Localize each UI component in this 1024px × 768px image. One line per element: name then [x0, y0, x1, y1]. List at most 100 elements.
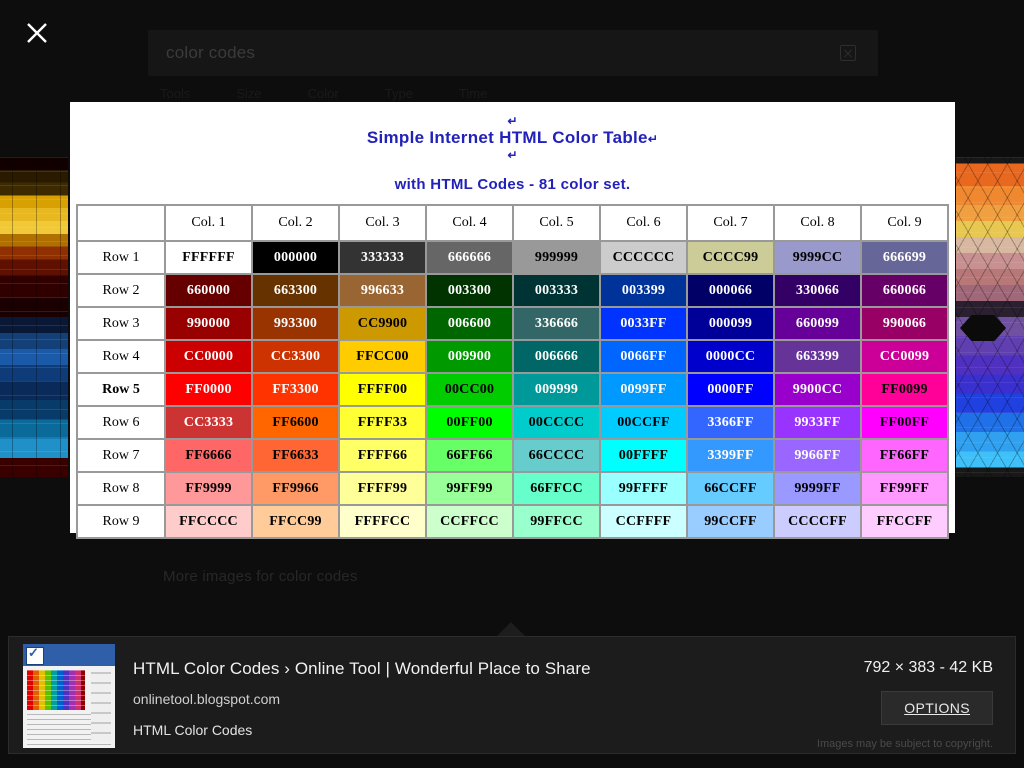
column-header-3: Col. 3	[338, 204, 427, 242]
column-header-2: Col. 2	[251, 204, 340, 242]
color-cell: CC3300	[251, 339, 340, 374]
adjacent-image-right[interactable]	[956, 157, 1024, 477]
expanded-image[interactable]: ↵ Simple Internet HTML Color Table↵ ↵ wi…	[70, 102, 955, 539]
color-cell: 9900CC	[773, 372, 862, 407]
color-cell: FFCC99	[251, 504, 340, 539]
color-cell: 660000	[164, 273, 253, 308]
filter-time[interactable]: Time	[459, 86, 487, 101]
row-label: Row 6	[76, 405, 166, 440]
adjacent-image-left-thumb	[0, 157, 68, 477]
color-cell: 0099FF	[599, 372, 688, 407]
color-cell: 990000	[164, 306, 253, 341]
thumbnail-sidebar	[91, 672, 111, 742]
color-cell: 009999	[512, 372, 601, 407]
color-cell: 999999	[512, 240, 601, 275]
color-table-head: Col. 1 Col. 2 Col. 3 Col. 4 Col. 5 Col. …	[76, 204, 949, 242]
color-cell: 996633	[338, 273, 427, 308]
color-cell: 006666	[512, 339, 601, 374]
adjacent-image-right-thumb	[956, 157, 1024, 477]
row-label: Row 1	[76, 240, 166, 275]
close-icon	[27, 23, 47, 43]
image-viewer-overlay: color codes Tools Size Color Type Time M…	[0, 0, 1024, 768]
color-cell: 9933FF	[773, 405, 862, 440]
color-cell: FF99FF	[860, 471, 949, 506]
color-cell: 009900	[425, 339, 514, 374]
image-title-primary: Simple Internet HTML Color Table↵	[70, 128, 955, 148]
color-cell: 00CCCC	[512, 405, 601, 440]
row-label: Row 5	[76, 372, 166, 407]
table-row: Row 4 CC0000 CC3300 FFCC00 009900 006666 0066F…	[76, 339, 949, 374]
color-cell: CC9900	[338, 306, 427, 341]
thumbnail-header-bar	[23, 644, 115, 666]
source-page-thumbnail[interactable]	[23, 644, 115, 748]
color-cell: 006600	[425, 306, 514, 341]
table-row: Row 8 FF9999 FF9966 FFFF99 99FF99 66FFCC 99FFF…	[76, 471, 949, 506]
filter-color[interactable]: Color	[308, 86, 339, 101]
table-row: Row 2 660000 663300 996633 003300 003333 00339…	[76, 273, 949, 308]
row-label: Row 7	[76, 438, 166, 473]
color-cell: 000066	[686, 273, 775, 308]
color-cell: FFFF33	[338, 405, 427, 440]
table-row: Row 3 990000 993300 CC9900 006600 336666 0033F…	[76, 306, 949, 341]
result-title[interactable]: HTML Color Codes › Online Tool | Wonderf…	[133, 659, 747, 679]
column-header-6: Col. 6	[599, 204, 688, 242]
table-row: Row 9 FFCCCC FFCC99 FFFFCC CCFFCC 99FFCC CCFFF…	[76, 504, 949, 539]
color-cell: FFCCCC	[164, 504, 253, 539]
color-cell: 00FFFF	[599, 438, 688, 473]
more-images-link[interactable]: More images for color codes	[163, 568, 358, 585]
color-table-body: Row 1 FFFFFF 000000 333333 666666 999999 CCCCC…	[76, 240, 949, 539]
color-cell: 000099	[686, 306, 775, 341]
color-cell: 663399	[773, 339, 862, 374]
column-header-8: Col. 8	[773, 204, 862, 242]
color-cell: 66FFCC	[512, 471, 601, 506]
pilcrow-mark-3: ↵	[507, 148, 518, 162]
filter-type[interactable]: Type	[385, 86, 413, 101]
result-domain[interactable]: onlinetool.blogspot.com	[133, 691, 747, 707]
table-row: Row 6 CC3333 FF6600 FFFF33 00FF00 00CCCC 00CCF…	[76, 405, 949, 440]
filter-tools[interactable]: Tools	[160, 86, 190, 101]
color-cell: 99FFFF	[599, 471, 688, 506]
color-cell: 0000FF	[686, 372, 775, 407]
clear-icon[interactable]	[840, 45, 856, 61]
color-cell: FF3300	[251, 372, 340, 407]
table-row: Row 5 FF0000 FF3300 FFFF00 00CC00 009999 0099F…	[76, 372, 949, 407]
color-cell: 660066	[860, 273, 949, 308]
search-bar[interactable]: color codes	[148, 30, 878, 76]
color-cell: FF66FF	[860, 438, 949, 473]
color-cell: CCFFFF	[599, 504, 688, 539]
color-cell: FF6600	[251, 405, 340, 440]
color-cell: 3399FF	[686, 438, 775, 473]
color-cell: 99CCFF	[686, 504, 775, 539]
info-text-block: HTML Color Codes › Online Tool | Wonderf…	[115, 637, 747, 753]
filter-row: Tools Size Color Type Time	[160, 86, 487, 101]
color-cell: 0033FF	[599, 306, 688, 341]
color-cell: FF0099	[860, 372, 949, 407]
color-cell: 003300	[425, 273, 514, 308]
color-cell: CC3333	[164, 405, 253, 440]
adjacent-image-left[interactable]	[0, 157, 70, 477]
table-row: Row 7 FF6666 FF6633 FFFF66 66FF66 66CCCC 00FFF…	[76, 438, 949, 473]
table-corner-cell	[76, 204, 166, 242]
color-cell: FFFF00	[338, 372, 427, 407]
thumbnail-color-grid	[27, 670, 85, 710]
color-cell: 0066FF	[599, 339, 688, 374]
filter-size[interactable]: Size	[236, 86, 261, 101]
image-title-secondary: with HTML Codes - 81 color set.	[394, 176, 631, 193]
column-header-5: Col. 5	[512, 204, 601, 242]
color-cell: FF0000	[164, 372, 253, 407]
color-cell: 9966FF	[773, 438, 862, 473]
color-cell: FF6633	[251, 438, 340, 473]
search-input[interactable]: color codes	[148, 43, 840, 63]
column-header-7: Col. 7	[686, 204, 775, 242]
color-cell: 9999CC	[773, 240, 862, 275]
color-cell: 003399	[599, 273, 688, 308]
color-cell: 00FF00	[425, 405, 514, 440]
row-label: Row 4	[76, 339, 166, 374]
color-cell: 66CCCC	[512, 438, 601, 473]
color-cell: 666666	[425, 240, 514, 275]
color-cell: CC0000	[164, 339, 253, 374]
color-cell: FFFF99	[338, 471, 427, 506]
color-cell: CCCC99	[686, 240, 775, 275]
options-button[interactable]: OPTIONS	[881, 691, 993, 725]
close-button[interactable]	[20, 16, 54, 50]
